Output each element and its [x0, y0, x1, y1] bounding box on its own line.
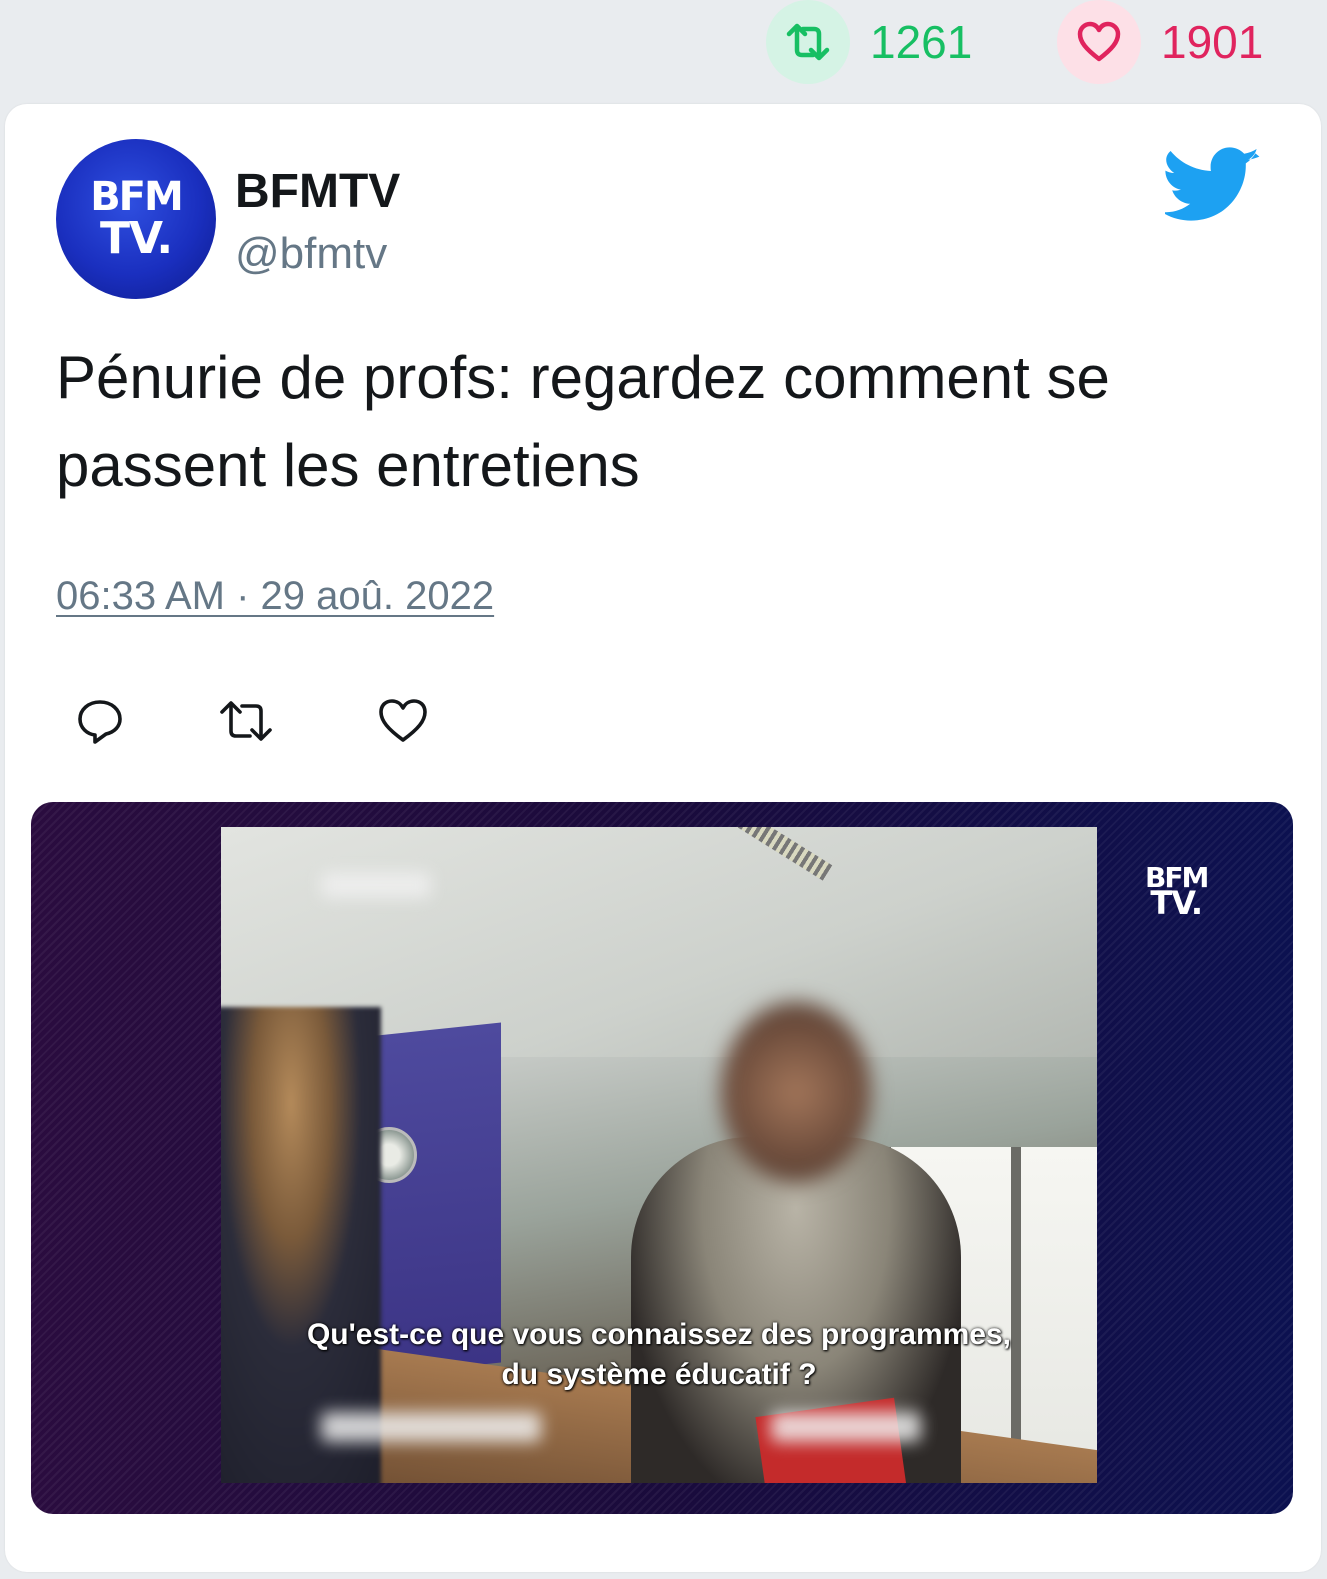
author-handle[interactable]: @bfmtv — [235, 229, 387, 279]
retweet-icon[interactable] — [216, 691, 276, 751]
avatar-logo-line1: BFM — [90, 174, 184, 221]
like-stat[interactable]: 1901 — [1057, 0, 1263, 84]
avatar[interactable]: BFM TV. — [56, 139, 216, 299]
avatar-logo-line2: TV. — [99, 213, 173, 265]
twitter-bird-icon[interactable] — [1165, 147, 1261, 227]
like-stat-icon — [1057, 0, 1141, 84]
scene-person-head-blurred — [721, 1002, 871, 1182]
reply-icon[interactable] — [70, 691, 130, 751]
like-icon[interactable] — [373, 691, 433, 751]
video-subtitle-line1: Qu'est-ce que vous connaissez des progra… — [306, 1318, 1012, 1351]
blurred-caption — [771, 1412, 921, 1442]
channel-logo-line2: TV. — [1150, 883, 1203, 922]
retweet-stat-icon — [766, 0, 850, 84]
video-subtitle-line2: du système éducatif ? — [501, 1358, 817, 1391]
channel-logo: BFM TV. — [1145, 864, 1209, 922]
engagement-stats: 1261 1901 — [0, 0, 1327, 100]
retweet-stat[interactable]: 1261 — [766, 0, 972, 84]
tweet-timestamp[interactable]: 06:33 AM · 29 aoû. 2022 — [56, 574, 494, 619]
video-frame: Qu'est-ce que vous connaissez des progra… — [221, 827, 1097, 1483]
tweet-card: BFM TV. BFMTV @bfmtv Pénurie de profs: r… — [5, 104, 1321, 1572]
blurred-caption — [321, 872, 431, 898]
blurred-caption — [321, 1412, 541, 1442]
retweet-count: 1261 — [870, 16, 973, 68]
like-count: 1901 — [1161, 16, 1264, 68]
tweet-media[interactable]: Qu'est-ce que vous connaissez des progra… — [31, 802, 1293, 1514]
video-subtitle: Qu'est-ce que vous connaissez des progra… — [221, 1315, 1097, 1395]
tweet-text: Pénurie de profs: regardez comment se pa… — [56, 344, 1110, 499]
author-name[interactable]: BFMTV — [235, 164, 400, 219]
